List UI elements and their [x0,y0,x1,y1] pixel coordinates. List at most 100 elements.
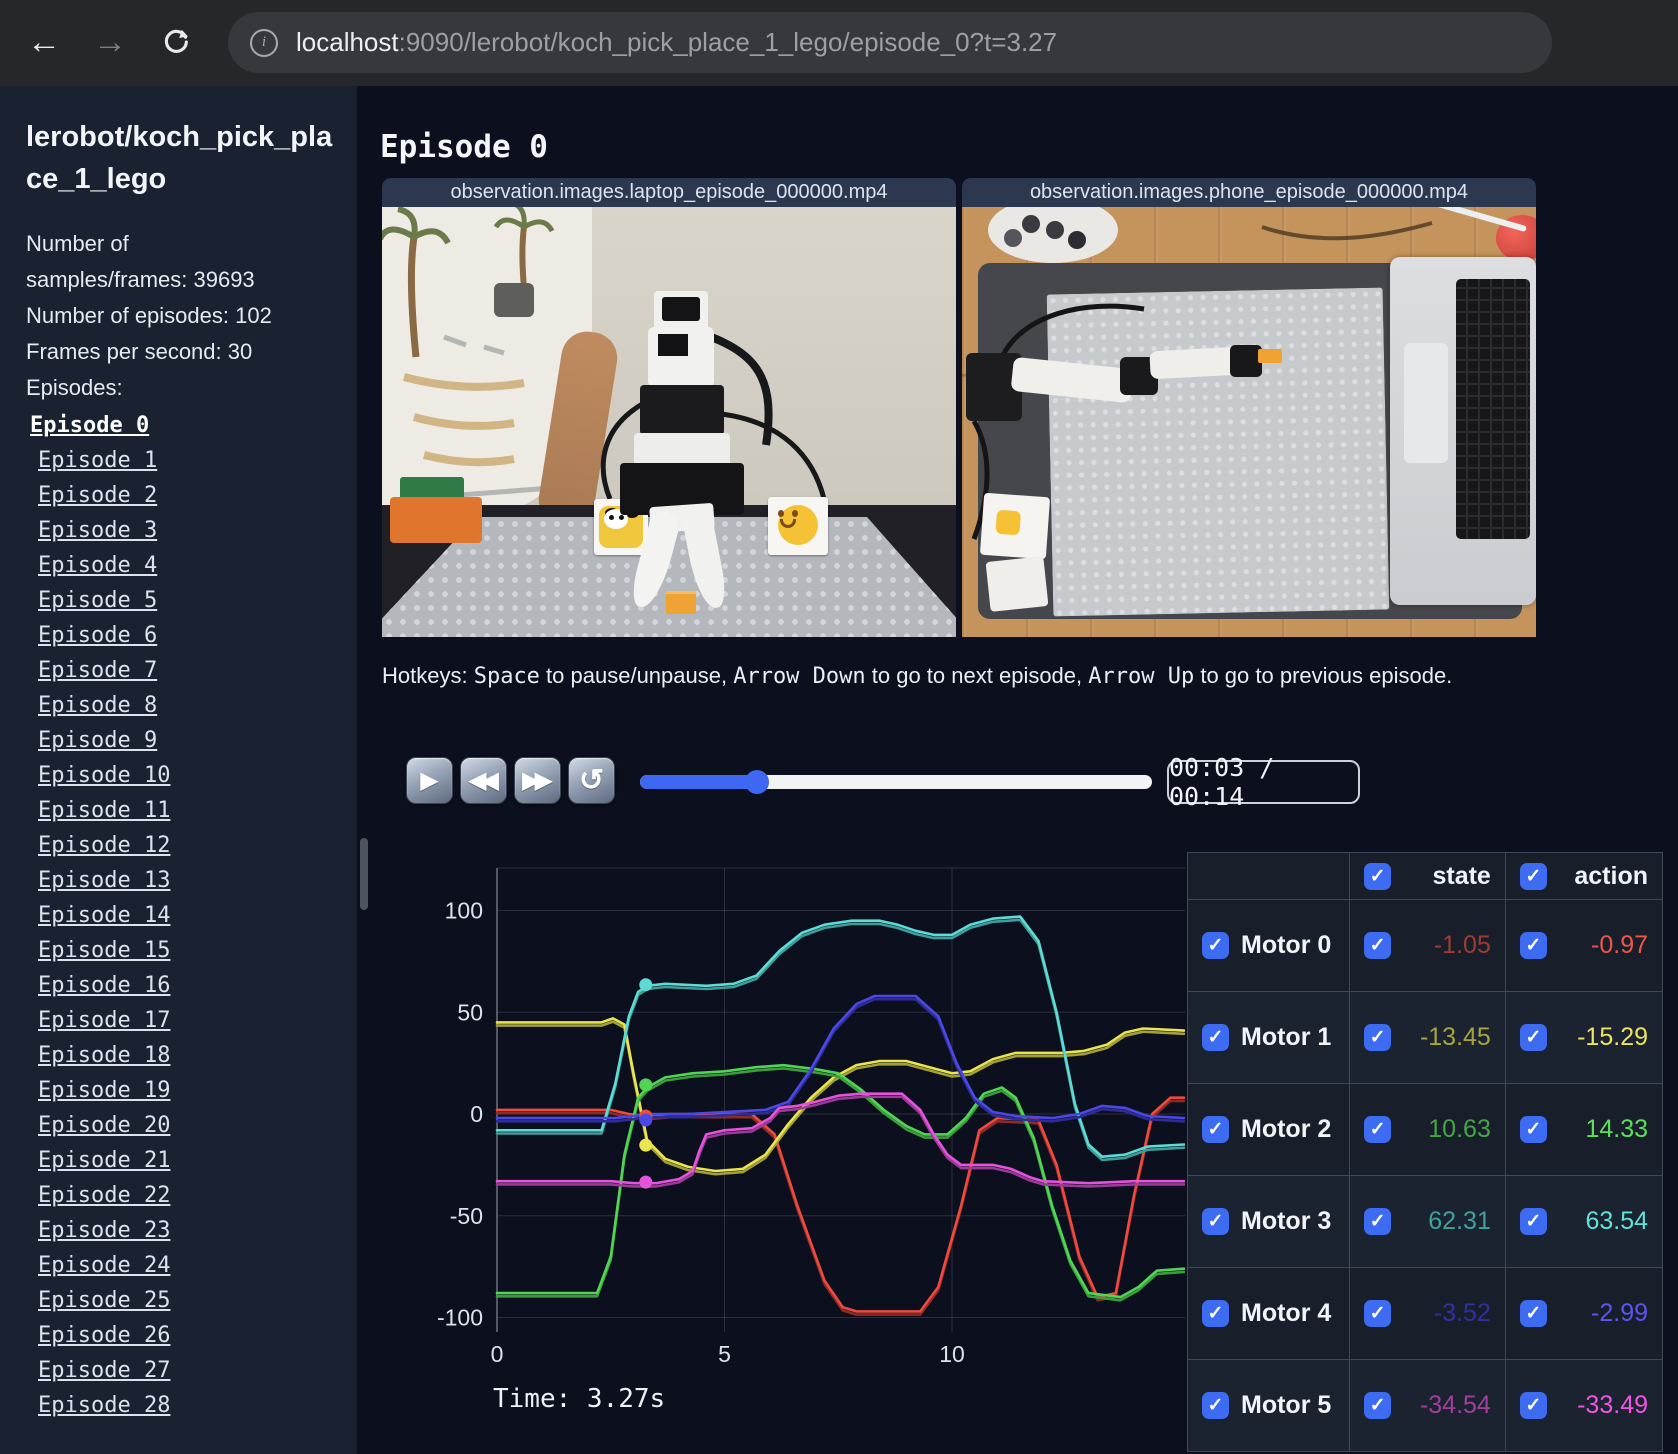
sidebar-item-episode-17[interactable]: Episode 17 [38,1003,170,1038]
checkbox[interactable]: ✓ [1364,1392,1392,1419]
table-row-motor-4: ✓ Motor 4 ✓ -3.52 ✓ -2.99 [1186,1267,1664,1360]
hugging-face-eyes [778,510,784,517]
sidebar-item-episode-11[interactable]: Episode 11 [38,793,170,828]
checkbox[interactable]: ✓ [1364,1024,1392,1051]
checkbox[interactable]: ✓ [1519,1024,1547,1051]
motor-chart[interactable]: 100 50 0 -50 -100 0 5 10 [420,850,1185,1400]
state-column-checkbox[interactable]: ✓ [1364,862,1392,890]
scene-white-box-2 [985,556,1049,612]
checkbox[interactable]: ✓ [1202,932,1229,959]
sidebar: lerobot/koch_pick_place_1_lego Number of… [0,86,357,1454]
checkbox[interactable]: ✓ [1519,932,1547,959]
scene-hugging-face-box [768,497,828,555]
panda-eyes [609,515,614,520]
sidebar-item-episode-13[interactable]: Episode 13 [38,863,170,898]
seek-slider[interactable] [640,770,1152,794]
sidebar-item-episode-0[interactable]: Episode 0 [30,408,149,443]
checkbox[interactable]: ✓ [1519,1300,1547,1327]
action-value: 63.54 [1585,1207,1648,1235]
checkbox[interactable]: ✓ [1202,1024,1229,1051]
checkbox[interactable]: ✓ [1202,1392,1229,1419]
checkbox[interactable]: ✓ [1364,1208,1392,1235]
hotkeys-prefix: Hotkeys: [382,663,474,688]
sidebar-item-episode-2[interactable]: Episode 2 [38,478,157,513]
state-value: -3.52 [1433,1299,1491,1327]
motor-table: ✓ state ✓ action ✓ Motor 0 ✓ -1.05 ✓ -0.97 ✓ Moto… [1186,852,1664,1452]
video-player-laptop: observation.images.laptop_episode_000000… [382,178,956,637]
sidebar-item-episode-19[interactable]: Episode 19 [38,1073,170,1108]
sidebar-item-episode-25[interactable]: Episode 25 [38,1283,170,1318]
hotkeys-space-desc: to pause/unpause, [539,663,734,688]
scene-white-box-1 [979,492,1051,560]
sidebar-item-episode-5[interactable]: Episode 5 [38,583,157,618]
motor-label: Motor 0 [1241,931,1332,959]
sidebar-item-episode-23[interactable]: Episode 23 [38,1213,170,1248]
url-bar[interactable]: i localhost:9090/lerobot/koch_pick_place… [228,12,1552,73]
sidebar-item-episode-9[interactable]: Episode 9 [38,723,157,758]
motor-label: Motor 4 [1241,1299,1332,1327]
motor-label: Motor 5 [1241,1391,1332,1419]
info-icon[interactable]: i [250,28,278,57]
svg-text:10: 10 [939,1341,965,1367]
episodes-label: Episodes: [26,375,123,401]
robot-bracket [634,433,730,467]
checkbox[interactable]: ✓ [1519,1392,1547,1419]
key-arrow-down: Arrow Down [733,664,866,689]
table-row-motor-5: ✓ Motor 5 ✓ -34.54 ✓ -33.49 [1186,1359,1664,1452]
laptop-trackpad [1404,343,1448,463]
svg-text:100: 100 [445,898,483,924]
sidebar-item-episode-20[interactable]: Episode 20 [38,1108,170,1143]
rewind-button[interactable]: ◀◀ [460,757,507,804]
sidebar-item-episode-15[interactable]: Episode 15 [38,933,170,968]
checkbox[interactable]: ✓ [1364,1116,1392,1143]
url-path: :9090/lerobot/koch_pick_place_1_lego/epi… [398,27,1058,57]
action-column-checkbox[interactable]: ✓ [1519,862,1547,890]
url-text: localhost:9090/lerobot/koch_pick_place_1… [296,27,1057,58]
sidebar-item-episode-10[interactable]: Episode 10 [38,758,170,793]
video-frame-phone [962,207,1536,637]
loop-button[interactable]: ↺ [568,757,615,804]
table-row-motor-0: ✓ Motor 0 ✓ -1.05 ✓ -0.97 [1186,899,1664,992]
sidebar-item-episode-8[interactable]: Episode 8 [38,688,157,723]
checkbox[interactable]: ✓ [1364,1300,1392,1327]
time-display: 00:03 / 00:14 [1167,753,1360,811]
seek-slider-thumb[interactable] [745,770,770,794]
stat-samples: Number of samples/frames: 39693 [26,231,255,293]
url-host: localhost [296,27,399,57]
dataset-title: lerobot/koch_pick_place_1_lego [26,121,333,196]
checkbox[interactable]: ✓ [1519,1208,1547,1235]
back-icon[interactable]: ← [20,18,68,66]
sidebar-item-episode-28[interactable]: Episode 28 [38,1388,170,1423]
scrollbar-thumb[interactable] [360,838,368,910]
forward-icon[interactable]: → [86,18,134,66]
sidebar-item-episode-26[interactable]: Episode 26 [38,1318,170,1353]
checkbox[interactable]: ✓ [1364,932,1392,959]
sidebar-item-episode-22[interactable]: Episode 22 [38,1178,170,1213]
sidebar-item-episode-7[interactable]: Episode 7 [38,653,157,688]
play-button[interactable]: ▶ [406,757,453,804]
sidebar-item-episode-18[interactable]: Episode 18 [38,1038,170,1073]
svg-text:0: 0 [491,1341,504,1367]
sidebar-item-episode-3[interactable]: Episode 3 [38,513,157,548]
video-row: observation.images.laptop_episode_000000… [382,178,1536,637]
sidebar-item-episode-4[interactable]: Episode 4 [38,548,157,583]
sidebar-item-episode-16[interactable]: Episode 16 [38,968,170,1003]
checkbox[interactable]: ✓ [1202,1208,1229,1235]
sidebar-item-episode-27[interactable]: Episode 27 [38,1353,170,1388]
sidebar-item-episode-1[interactable]: Episode 1 [38,443,157,478]
sidebar-item-episode-6[interactable]: Episode 6 [38,618,157,653]
checkbox[interactable]: ✓ [1202,1300,1229,1327]
checkbox[interactable]: ✓ [1519,1116,1547,1143]
seek-slider-fill [640,775,758,789]
sidebar-item-episode-14[interactable]: Episode 14 [38,898,170,933]
checkbox[interactable]: ✓ [1202,1116,1229,1143]
video-caption-phone: observation.images.phone_episode_000000.… [962,178,1536,207]
fast-forward-button[interactable]: ▶▶ [514,757,561,804]
svg-text:50: 50 [457,999,483,1025]
reload-icon[interactable] [152,18,200,66]
sidebar-item-episode-24[interactable]: Episode 24 [38,1248,170,1283]
sidebar-item-episode-12[interactable]: Episode 12 [38,828,170,863]
stat-episodes: Number of episodes: 102 [26,303,272,329]
sidebar-item-episode-21[interactable]: Episode 21 [38,1143,170,1178]
hotkeys-down-desc: to go to next episode, [865,663,1089,688]
